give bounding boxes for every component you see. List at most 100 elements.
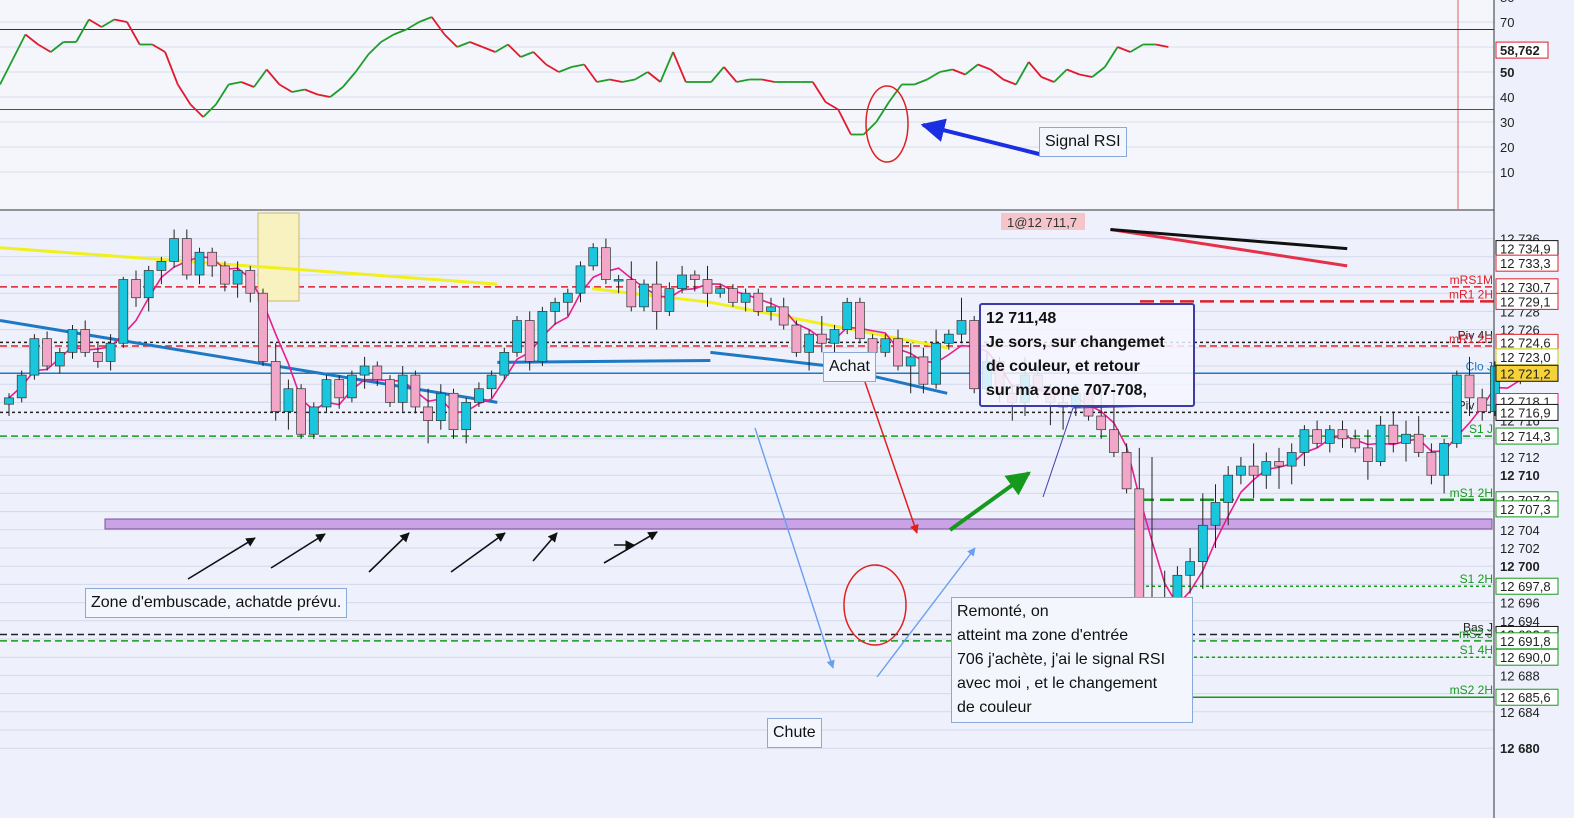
candle-body xyxy=(728,288,738,303)
remonte-line: Remonté, on xyxy=(957,603,1049,620)
candle-body xyxy=(766,306,776,312)
order-label: 1@12 711,7 xyxy=(1007,215,1077,230)
rsi-tick-label: 80 xyxy=(1500,0,1514,5)
candle-body xyxy=(1261,461,1272,476)
candle-body xyxy=(842,301,853,330)
price-tick-label: 12 710 xyxy=(1500,468,1540,483)
candle-body xyxy=(385,379,395,403)
candle-body xyxy=(448,392,459,431)
level-name: mR1 2H xyxy=(1449,332,1493,346)
candle-body xyxy=(1324,429,1335,444)
candle-body xyxy=(499,352,510,376)
candle-body xyxy=(715,288,726,294)
candle-body xyxy=(816,333,827,344)
level-name: mR1 2H xyxy=(1449,287,1493,301)
price-value-label: 12 714,3 xyxy=(1500,429,1551,444)
candle-body xyxy=(1109,429,1119,453)
candle-body xyxy=(524,320,535,362)
exit-note: 12 711,48 Je sors, sur changemet de coul… xyxy=(979,303,1195,407)
candle-body xyxy=(29,338,40,376)
candle-body xyxy=(334,379,345,399)
candle-body xyxy=(702,279,713,294)
rsi-tick-label: 70 xyxy=(1500,15,1514,30)
price-value-label: 12 723,0 xyxy=(1500,350,1551,365)
level-name: mS2 J xyxy=(1459,627,1493,641)
candle-body xyxy=(143,270,154,299)
level-name: mRS1M xyxy=(1450,273,1493,287)
price-tick-label: 12 688 xyxy=(1500,668,1540,683)
candle-body xyxy=(1210,502,1221,526)
candle-body xyxy=(232,270,243,285)
remonte-line: avec moi , et le changement xyxy=(957,675,1158,692)
candle-body xyxy=(131,279,141,299)
candle-body xyxy=(867,338,878,353)
chute-note: Chute xyxy=(767,718,822,748)
candle-body xyxy=(16,374,27,399)
candle-body xyxy=(220,265,230,285)
candle-body xyxy=(67,329,78,353)
candle-body xyxy=(639,283,649,308)
exit-title: 12 711,48 xyxy=(986,310,1057,327)
candle-body xyxy=(435,392,446,421)
exit-line: sur ma zone 707-708, xyxy=(986,382,1147,399)
price-value-label: 12 707,3 xyxy=(1500,502,1551,517)
level-name: S1 2H xyxy=(1460,572,1493,586)
remonte-note: Remonté, on atteint ma zone d'entrée 706… xyxy=(951,597,1193,723)
candle-body xyxy=(296,388,306,435)
candle-body xyxy=(689,274,700,280)
ambush-zone-band xyxy=(104,518,1493,530)
candle-body xyxy=(1375,424,1386,462)
remonte-line: 706 j'achète, j'ai le signal RSI xyxy=(957,651,1166,668)
price-value-label: 12 734,9 xyxy=(1500,242,1551,257)
candle-body xyxy=(918,356,929,385)
candle-body xyxy=(880,338,891,353)
rsi-tick-label: 50 xyxy=(1500,65,1514,80)
candle-body xyxy=(1236,465,1246,476)
candle-body xyxy=(1197,524,1208,563)
price-value-label: 12 721,2 xyxy=(1500,366,1551,381)
candle-body xyxy=(258,292,268,362)
price-value-label: 12 724,6 xyxy=(1500,335,1551,350)
level-name: mS2 2H xyxy=(1450,683,1493,697)
candle-body xyxy=(778,306,789,326)
candle-body xyxy=(1401,433,1411,444)
rsi-panel-bg xyxy=(0,0,1494,210)
candle-body xyxy=(283,388,294,412)
candle-body xyxy=(359,365,370,376)
candle-body xyxy=(410,374,421,408)
achat-note: Achat xyxy=(823,352,876,382)
candle-body xyxy=(207,251,218,267)
candle-body xyxy=(347,374,357,399)
candle-body xyxy=(753,292,764,312)
level-name: Piv 2H xyxy=(1458,398,1493,412)
candle-body xyxy=(1477,397,1488,412)
price-value-label: 12 716,9 xyxy=(1500,405,1551,420)
candle-body xyxy=(486,374,497,390)
candle-body xyxy=(562,292,573,303)
candle-body xyxy=(1426,452,1437,476)
candle-body xyxy=(931,342,941,385)
candle-body xyxy=(613,279,624,282)
signal-rsi-note: Signal RSI xyxy=(1039,127,1127,157)
candle-body xyxy=(601,247,611,280)
candle-body xyxy=(80,329,91,353)
candle-body xyxy=(664,288,675,312)
rsi-tick-label: 40 xyxy=(1500,90,1514,105)
level-name: S1 4H xyxy=(1460,643,1493,657)
candle-body xyxy=(1413,433,1424,453)
candle-body xyxy=(321,379,332,408)
candle-body xyxy=(893,338,903,367)
candle-body xyxy=(855,301,865,340)
price-tick-label: 12 702 xyxy=(1500,541,1540,556)
candle-body xyxy=(829,329,840,344)
price-value-label: 12 730,7 xyxy=(1500,280,1551,295)
candle-body xyxy=(1286,452,1297,467)
price-value-label: 12 685,6 xyxy=(1500,690,1551,705)
candle-body xyxy=(1121,452,1132,490)
rsi-panel-grid xyxy=(0,0,1494,211)
candle-body xyxy=(1363,447,1373,462)
level-name: mS1 2H xyxy=(1450,486,1493,500)
level-name: S1 J xyxy=(1469,422,1493,436)
exit-line: de couleur, et retour xyxy=(986,358,1140,375)
candle-body xyxy=(194,251,205,276)
